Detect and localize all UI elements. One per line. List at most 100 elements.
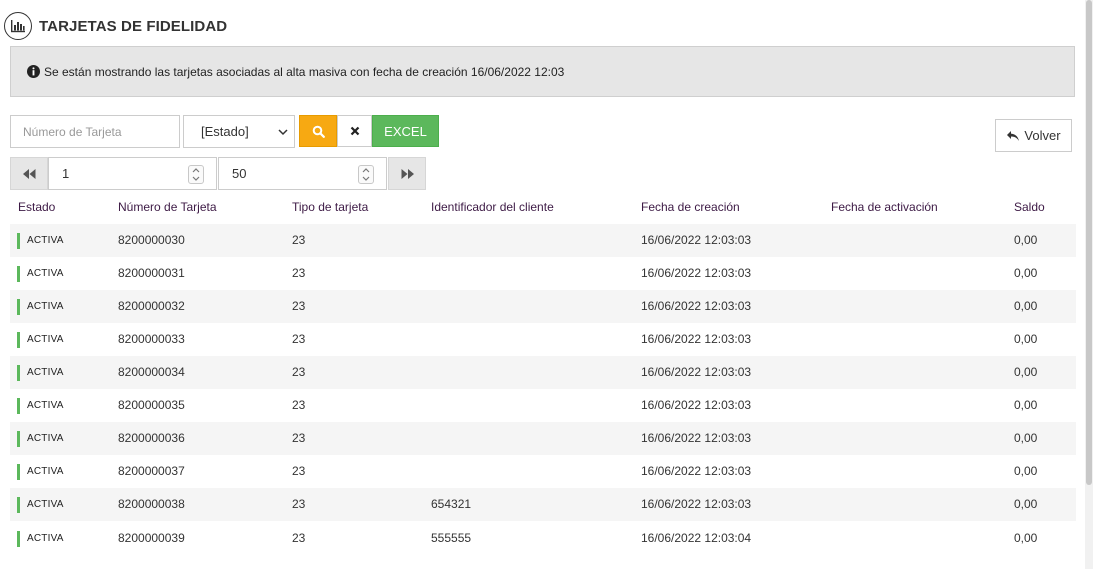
page-title: TARJETAS DE FIDELIDAD bbox=[39, 17, 228, 35]
search-icon bbox=[312, 125, 325, 138]
balance: 0,00 bbox=[1014, 233, 1038, 247]
status-badge: ACTIVA bbox=[27, 301, 64, 312]
page-size-input[interactable]: 50 bbox=[218, 157, 387, 190]
status-badge: ACTIVA bbox=[27, 268, 64, 279]
backward-icon bbox=[22, 168, 35, 179]
creation-date: 16/06/2022 12:03:03 bbox=[641, 398, 752, 412]
creation-date: 16/06/2022 12:03:03 bbox=[641, 464, 752, 478]
page-size-stepper[interactable] bbox=[358, 165, 374, 184]
column-header-estado[interactable]: Estado bbox=[18, 200, 55, 214]
page-number-input[interactable]: 1 bbox=[48, 157, 217, 190]
table-row[interactable]: ACTIVA 8200000030 23 16/06/2022 12:03:03… bbox=[10, 224, 1076, 257]
column-header-saldo[interactable]: Saldo bbox=[1014, 200, 1045, 214]
table-row[interactable]: ACTIVA 8200000034 23 16/06/2022 12:03:03… bbox=[10, 356, 1076, 389]
status-indicator bbox=[17, 531, 20, 547]
card-type: 23 bbox=[292, 233, 306, 247]
balance: 0,00 bbox=[1014, 365, 1038, 379]
table-row[interactable]: ACTIVA 8200000035 23 16/06/2022 12:03:03… bbox=[10, 389, 1076, 422]
creation-date: 16/06/2022 12:03:03 bbox=[641, 266, 752, 280]
card-number: 8200000039 bbox=[118, 531, 185, 545]
status-badge: ACTIVA bbox=[27, 533, 64, 544]
back-button-label: Volver bbox=[1024, 128, 1061, 143]
search-button[interactable] bbox=[299, 115, 337, 147]
status-badge: ACTIVA bbox=[27, 466, 64, 477]
balance: 0,00 bbox=[1014, 299, 1038, 313]
pager-first-button[interactable] bbox=[10, 157, 48, 190]
balance: 0,00 bbox=[1014, 398, 1038, 412]
table-row[interactable]: ACTIVA 8200000033 23 16/06/2022 12:03:03… bbox=[10, 323, 1076, 356]
creation-date: 16/06/2022 12:03:03 bbox=[641, 332, 752, 346]
card-number: 8200000036 bbox=[118, 431, 185, 445]
chevron-down-icon bbox=[362, 176, 370, 182]
chevron-down-icon bbox=[192, 176, 200, 182]
status-indicator bbox=[17, 431, 20, 447]
page-header: TARJETAS DE FIDELIDAD bbox=[4, 10, 227, 42]
balance: 0,00 bbox=[1014, 497, 1038, 511]
balance: 0,00 bbox=[1014, 332, 1038, 346]
table-row[interactable]: ACTIVA 8200000036 23 16/06/2022 12:03:03… bbox=[10, 422, 1076, 455]
vertical-scrollbar-thumb[interactable] bbox=[1086, 0, 1092, 485]
page-size-value: 50 bbox=[232, 166, 247, 181]
chevron-up-icon bbox=[362, 167, 370, 173]
card-number: 8200000033 bbox=[118, 332, 185, 346]
column-header-cliente[interactable]: Identificador del cliente bbox=[431, 200, 554, 214]
card-type: 23 bbox=[292, 464, 306, 478]
table-row[interactable]: ACTIVA 8200000031 23 16/06/2022 12:03:03… bbox=[10, 257, 1076, 290]
back-button[interactable]: Volver bbox=[995, 119, 1072, 152]
column-header-activacion[interactable]: Fecha de activación bbox=[831, 200, 938, 214]
card-number-input[interactable] bbox=[10, 115, 180, 148]
status-indicator bbox=[17, 497, 20, 513]
chevron-down-icon bbox=[278, 129, 288, 136]
clear-filters-button[interactable] bbox=[337, 115, 372, 147]
undo-arrow-icon bbox=[1007, 130, 1020, 141]
column-header-tipo[interactable]: Tipo de tarjeta bbox=[292, 200, 368, 214]
pager-forward-button[interactable] bbox=[388, 157, 426, 190]
card-number: 8200000035 bbox=[118, 398, 185, 412]
column-header-creacion[interactable]: Fecha de creación bbox=[641, 200, 740, 214]
card-type: 23 bbox=[292, 431, 306, 445]
creation-date: 16/06/2022 12:03:03 bbox=[641, 431, 752, 445]
card-type: 23 bbox=[292, 365, 306, 379]
status-indicator bbox=[17, 365, 20, 381]
status-indicator bbox=[17, 332, 20, 348]
card-type: 23 bbox=[292, 266, 306, 280]
status-badge: ACTIVA bbox=[27, 334, 64, 345]
creation-date: 16/06/2022 12:03:04 bbox=[641, 531, 752, 545]
balance: 0,00 bbox=[1014, 431, 1038, 445]
table-row[interactable]: ACTIVA 8200000039 23 555555 16/06/2022 1… bbox=[10, 522, 1076, 555]
card-number: 8200000034 bbox=[118, 365, 185, 379]
table-row[interactable]: ACTIVA 8200000038 23 654321 16/06/2022 1… bbox=[10, 488, 1076, 521]
creation-date: 16/06/2022 12:03:03 bbox=[641, 365, 752, 379]
column-header-numero[interactable]: Número de Tarjeta bbox=[118, 200, 217, 214]
page-number-value: 1 bbox=[62, 166, 70, 181]
status-badge: ACTIVA bbox=[27, 499, 64, 510]
creation-date: 16/06/2022 12:03:03 bbox=[641, 233, 752, 247]
info-icon bbox=[27, 65, 40, 78]
status-badge: ACTIVA bbox=[27, 433, 64, 444]
bar-chart-icon bbox=[4, 12, 32, 40]
info-text: Se están mostrando las tarjetas asociada… bbox=[44, 64, 565, 79]
estado-select[interactable]: [Estado] bbox=[183, 115, 295, 148]
status-indicator bbox=[17, 464, 20, 480]
table-row[interactable]: ACTIVA 8200000037 23 16/06/2022 12:03:03… bbox=[10, 455, 1076, 488]
creation-date: 16/06/2022 12:03:03 bbox=[641, 299, 752, 313]
table-row[interactable]: ACTIVA 8200000032 23 16/06/2022 12:03:03… bbox=[10, 290, 1076, 323]
card-type: 23 bbox=[292, 332, 306, 346]
card-number: 8200000030 bbox=[118, 233, 185, 247]
status-indicator bbox=[17, 266, 20, 282]
status-indicator bbox=[17, 299, 20, 315]
page-stepper[interactable] bbox=[188, 165, 204, 184]
excel-export-button[interactable]: EXCEL bbox=[372, 115, 439, 147]
forward-icon bbox=[401, 168, 414, 179]
card-type: 23 bbox=[292, 497, 306, 511]
balance: 0,00 bbox=[1014, 464, 1038, 478]
balance: 0,00 bbox=[1014, 531, 1038, 545]
card-number: 8200000032 bbox=[118, 299, 185, 313]
card-number: 8200000037 bbox=[118, 464, 185, 478]
info-banner: Se están mostrando las tarjetas asociada… bbox=[10, 46, 1075, 97]
card-type: 23 bbox=[292, 299, 306, 313]
client-id: 555555 bbox=[431, 531, 472, 545]
card-type: 23 bbox=[292, 531, 306, 545]
status-indicator bbox=[17, 398, 20, 414]
status-indicator bbox=[17, 233, 20, 249]
